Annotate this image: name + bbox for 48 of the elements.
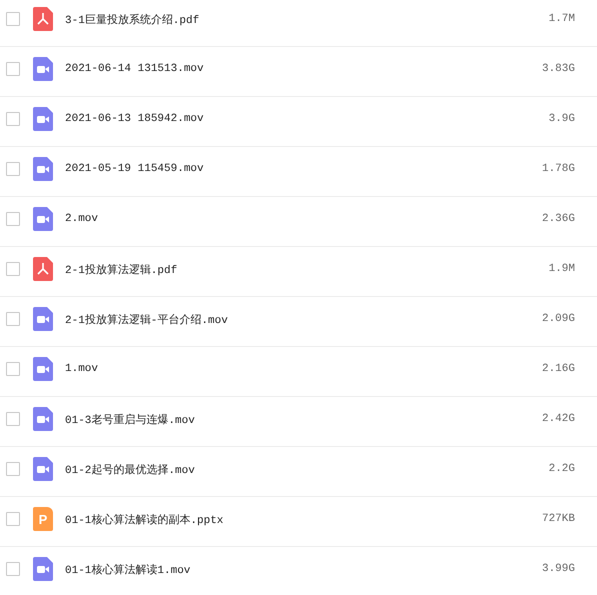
checkbox[interactable] xyxy=(6,162,20,176)
file-size: 2.09G xyxy=(540,313,575,325)
file-name[interactable]: 01-3老号重启与连爆.mov xyxy=(65,412,495,426)
file-size: 2.42G xyxy=(540,413,575,425)
checkbox[interactable] xyxy=(6,212,20,226)
file-size: 2.36G xyxy=(540,213,575,225)
file-size: 3.83G xyxy=(540,63,575,75)
pdf-file-icon xyxy=(33,7,53,31)
video-file-icon xyxy=(33,207,53,231)
file-name[interactable]: 01-1核心算法解读的副本.pptx xyxy=(65,512,495,526)
file-name[interactable]: 1.mov xyxy=(65,363,495,375)
file-name[interactable]: 01-2起号的最优选择.mov xyxy=(65,462,495,476)
video-file-icon xyxy=(33,307,53,331)
file-name[interactable]: 2021-06-13 185942.mov xyxy=(65,113,495,125)
checkbox[interactable] xyxy=(6,562,20,576)
pdf-file-icon xyxy=(33,257,53,281)
file-name[interactable]: 2-1投放算法逻辑-平台介绍.mov xyxy=(65,312,495,326)
file-size: 2.16G xyxy=(540,363,575,375)
file-size: 1.7M xyxy=(548,13,575,25)
checkbox[interactable] xyxy=(6,312,20,326)
file-name[interactable]: 2.mov xyxy=(65,213,495,225)
video-file-icon xyxy=(33,357,53,381)
file-size: 3.9G xyxy=(548,113,575,125)
video-file-icon xyxy=(33,107,53,131)
checkbox[interactable] xyxy=(6,512,20,526)
video-file-icon xyxy=(33,557,53,581)
file-name[interactable]: 01-1核心算法解读1.mov xyxy=(65,562,495,576)
presentation-file-icon: P xyxy=(33,507,53,531)
file-name[interactable]: 2021-06-14 131513.mov xyxy=(65,63,495,75)
file-name[interactable]: 2021-05-19 115459.mov xyxy=(65,163,495,175)
file-size: 1.9M xyxy=(548,263,575,275)
checkbox[interactable] xyxy=(6,362,20,376)
video-file-icon xyxy=(33,457,53,481)
checkbox[interactable] xyxy=(6,412,20,426)
checkbox[interactable] xyxy=(6,62,20,76)
file-size: 727KB xyxy=(540,513,575,525)
checkbox[interactable] xyxy=(6,462,20,476)
file-size: 2.2G xyxy=(548,463,575,475)
checkbox[interactable] xyxy=(6,262,20,276)
file-name[interactable]: 3-1巨量投放系统介绍.pdf xyxy=(65,12,495,26)
checkbox[interactable] xyxy=(6,12,20,26)
video-file-icon xyxy=(33,57,53,81)
file-size: 1.78G xyxy=(540,163,575,175)
file-name[interactable]: 2-1投放算法逻辑.pdf xyxy=(65,262,495,276)
checkbox[interactable] xyxy=(6,112,20,126)
video-file-icon xyxy=(33,407,53,431)
video-file-icon xyxy=(33,157,53,181)
file-size: 3.99G xyxy=(540,563,575,575)
